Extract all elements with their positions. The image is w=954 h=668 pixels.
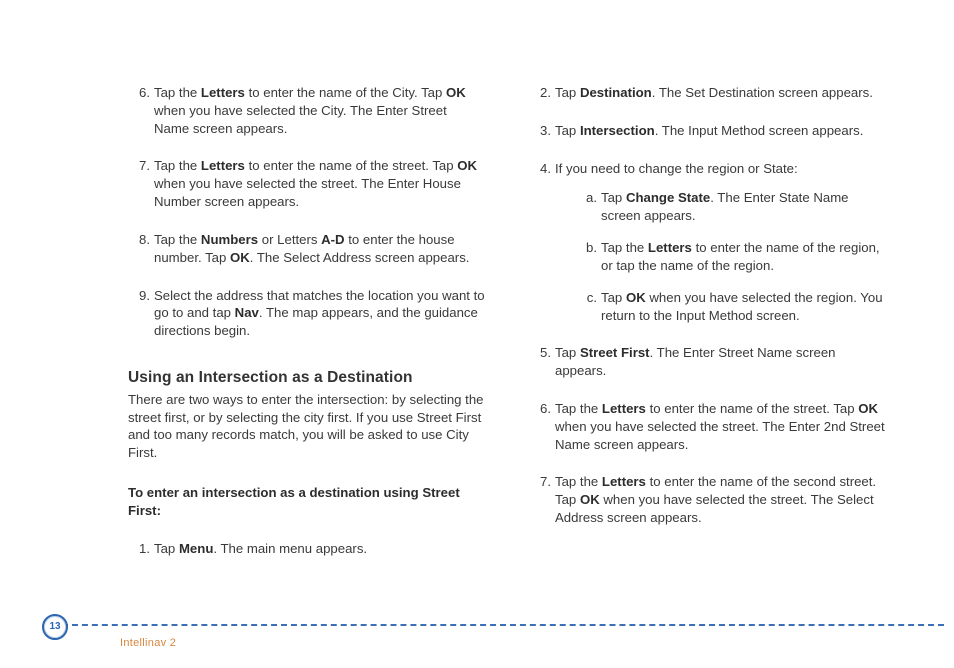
list-marker: 4. xyxy=(529,160,551,178)
section-heading: Using an Intersection as a Destination xyxy=(128,368,485,389)
section-lead-text: There are two ways to enter the intersec… xyxy=(128,391,485,462)
list-item: 5.Tap Street First. The Enter Street Nam… xyxy=(529,344,886,380)
list-marker: 8. xyxy=(128,231,150,249)
alpha-sublist: a.Tap Change State. The Enter State Name… xyxy=(555,189,886,324)
list-item-text: Tap Intersection. The Input Method scree… xyxy=(555,123,863,138)
left-column: 6.Tap the Letters to enter the name of t… xyxy=(128,84,485,578)
list-item: 3. Tap Intersection. The Input Method scr… xyxy=(529,122,886,140)
right-column: 2. Tap Destination. The Set Destination s… xyxy=(529,84,886,578)
list-item: 6.Tap the Letters to enter the name of t… xyxy=(128,84,485,137)
list-item: 6.Tap the Letters to enter the name of t… xyxy=(529,400,886,453)
list-item-text: Tap the Letters to enter the name of the… xyxy=(601,240,880,273)
list-item-text: Tap OK when you have selected the region… xyxy=(601,290,883,323)
manual-page: 6.Tap the Letters to enter the name of t… xyxy=(0,0,954,668)
list-marker: 1. xyxy=(128,540,150,558)
page-footer: 13 Intellinav 2 xyxy=(0,614,954,644)
list-item: 7.Tap the Letters to enter the name of t… xyxy=(529,473,886,526)
list-marker: 7. xyxy=(529,473,551,491)
two-column-body: 6.Tap the Letters to enter the name of t… xyxy=(128,84,886,578)
left-numbered-list: 6.Tap the Letters to enter the name of t… xyxy=(128,84,485,340)
procedure-subhead: To enter an intersection as a destinatio… xyxy=(128,484,485,520)
list-item: 7.Tap the Letters to enter the name of t… xyxy=(128,157,485,210)
list-marker: b. xyxy=(577,239,597,257)
list-item: a.Tap Change State. The Enter State Name… xyxy=(577,189,886,225)
list-item-text: Tap the Letters to enter the name of the… xyxy=(154,85,466,136)
list-item-text: If you need to change the region or Stat… xyxy=(555,161,798,176)
list-item: 2. Tap Destination. The Set Destination s… xyxy=(529,84,886,102)
list-marker: 6. xyxy=(128,84,150,102)
list-item-text: Tap the Letters to enter the name of the… xyxy=(555,474,876,525)
list-item-text: Tap Menu. The main menu appears. xyxy=(154,541,367,556)
list-marker: 5. xyxy=(529,344,551,362)
list-item: 9.Select the address that matches the lo… xyxy=(128,287,485,340)
list-item: 1. Tap Menu. The main menu appears. xyxy=(128,540,485,558)
left-sub-numbered-list: 1. Tap Menu. The main menu appears. xyxy=(128,540,485,558)
list-marker: a. xyxy=(577,189,597,207)
list-item: 8.Tap the Numbers or Letters A-D to ente… xyxy=(128,231,485,267)
list-item: b.Tap the Letters to enter the name of t… xyxy=(577,239,886,275)
product-name: Intellinav 2 xyxy=(120,636,176,651)
list-marker: 9. xyxy=(128,287,150,305)
right-numbered-list: 2. Tap Destination. The Set Destination s… xyxy=(529,84,886,527)
list-item-text: Tap the Letters to enter the name of the… xyxy=(555,401,885,452)
list-item-text: Select the address that matches the loca… xyxy=(154,288,485,339)
list-item: 4. If you need to change the region or St… xyxy=(529,160,886,325)
list-item-text: Tap Destination. The Set Destination scr… xyxy=(555,85,873,100)
list-item-text: Tap Change State. The Enter State Name s… xyxy=(601,190,849,223)
list-item-text: Tap Street First. The Enter Street Name … xyxy=(555,345,836,378)
list-marker: 3. xyxy=(529,122,551,140)
list-marker: 7. xyxy=(128,157,150,175)
list-marker: c. xyxy=(577,289,597,307)
list-marker: 6. xyxy=(529,400,551,418)
list-item-text: Tap the Numbers or Letters A-D to enter … xyxy=(154,232,469,265)
list-marker: 2. xyxy=(529,84,551,102)
list-item: c.Tap OK when you have selected the regi… xyxy=(577,289,886,325)
footer-dashed-rule xyxy=(62,624,944,626)
page-number-badge: 13 xyxy=(42,614,68,640)
list-item-text: Tap the Letters to enter the name of the… xyxy=(154,158,477,209)
